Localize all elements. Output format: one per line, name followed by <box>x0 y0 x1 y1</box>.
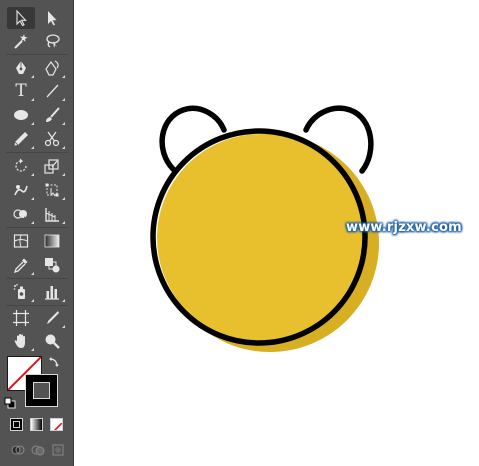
pen-icon <box>16 61 26 74</box>
toolbar-divider <box>6 227 68 228</box>
artboard-tool[interactable] <box>7 307 35 329</box>
hand-tool[interactable] <box>7 330 35 352</box>
toolbar-divider <box>6 54 68 55</box>
toolbar-divider <box>6 152 68 153</box>
line-segment-icon <box>46 84 59 98</box>
symbol-sprayer-tool[interactable] <box>7 281 35 303</box>
pencil-icon <box>14 132 28 146</box>
tool-group-indicator <box>31 221 34 224</box>
tool-group-indicator <box>31 197 34 200</box>
toolbar-divider <box>6 305 68 306</box>
draw-behind-button[interactable] <box>30 442 46 458</box>
scissors-tool[interactable] <box>38 128 66 150</box>
color-mode-button[interactable] <box>10 418 23 431</box>
tool-group-indicator <box>62 98 65 101</box>
magic-wand-icon <box>14 34 28 49</box>
none-mode-button[interactable] <box>50 418 63 431</box>
none-slash-icon <box>53 422 62 430</box>
scale-icon <box>44 159 59 174</box>
rotate-icon <box>15 158 27 172</box>
draw-inside-button[interactable] <box>50 442 66 458</box>
column-graph-icon <box>45 286 59 300</box>
draw-behind-icon <box>31 445 45 456</box>
mesh-tool[interactable] <box>7 230 35 252</box>
paintbrush-icon <box>46 107 60 122</box>
shape-builder-tool[interactable] <box>7 203 35 225</box>
zoom-magnifier-icon <box>45 334 60 349</box>
eyedropper-icon <box>13 258 28 274</box>
scissors-icon <box>44 131 60 147</box>
tool-group-indicator <box>62 197 65 200</box>
tools-panel: T <box>0 0 74 466</box>
line-segment-tool[interactable] <box>38 80 66 102</box>
tool-group-indicator <box>62 75 65 78</box>
default-colors-icon <box>4 397 16 409</box>
tool-group-indicator <box>62 146 65 149</box>
swap-arrows-icon <box>49 357 59 367</box>
tool-group-indicator <box>31 299 34 302</box>
tool-group-indicator <box>31 272 34 275</box>
paintbrush-tool[interactable] <box>38 104 66 126</box>
tool-group-indicator <box>62 122 65 125</box>
type-icon: T <box>15 80 27 101</box>
warp-icon <box>14 185 28 196</box>
scale-tool[interactable] <box>38 155 66 177</box>
tool-group-indicator <box>31 348 34 351</box>
lasso-icon <box>46 34 60 48</box>
column-graph-tool[interactable] <box>38 281 66 303</box>
color-icon <box>13 421 20 428</box>
ellipse-icon <box>14 110 28 120</box>
default-fill-stroke-button[interactable] <box>4 397 16 409</box>
gradient-icon <box>44 234 60 248</box>
direct-selection-arrow-icon <box>48 11 57 26</box>
symbol-sprayer-icon <box>13 284 25 299</box>
shape-builder-icon <box>13 209 27 222</box>
tool-group-indicator <box>31 98 34 101</box>
stroke-swatch-inner <box>33 382 50 399</box>
blend-tool[interactable] <box>38 254 66 276</box>
tool-group-indicator <box>62 325 65 328</box>
eyedropper-tool[interactable] <box>7 254 35 276</box>
hand-icon <box>14 334 25 348</box>
tool-group-indicator <box>62 173 65 176</box>
pen-tool[interactable] <box>7 57 35 79</box>
tool-group-indicator <box>62 221 65 224</box>
magic-wand-tool[interactable] <box>7 30 35 52</box>
tool-group-indicator <box>31 122 34 125</box>
rotate-tool[interactable] <box>7 155 35 177</box>
slice-tool[interactable] <box>38 307 66 329</box>
tool-group-indicator <box>31 75 34 78</box>
watermark-text: www.rjzxw.com <box>346 220 462 235</box>
stroke-swatch[interactable] <box>25 374 58 407</box>
slice-icon <box>45 311 59 325</box>
free-transform-icon <box>45 183 59 197</box>
draw-normal-icon <box>11 445 25 455</box>
mesh-icon <box>13 234 29 248</box>
perspective-grid-icon <box>45 208 59 222</box>
tool-group-indicator <box>31 173 34 176</box>
pencil-tool[interactable] <box>7 128 35 150</box>
curvature-pen-icon <box>45 60 59 76</box>
artboard-icon <box>13 310 29 326</box>
free-transform-tool[interactable] <box>38 179 66 201</box>
swap-fill-stroke-button[interactable] <box>48 356 60 368</box>
selection-tool[interactable] <box>7 7 35 29</box>
gradient-mode-button[interactable] <box>30 418 43 431</box>
draw-normal-button[interactable] <box>10 442 26 458</box>
zoom-tool[interactable] <box>38 330 66 352</box>
selection-arrow-icon <box>16 9 27 27</box>
warp-tool[interactable] <box>7 179 35 201</box>
toolbar-divider <box>6 278 68 279</box>
lasso-tool[interactable] <box>38 30 66 52</box>
type-tool[interactable]: T <box>7 80 35 102</box>
ellipse-tool[interactable] <box>7 104 35 126</box>
perspective-grid-tool[interactable] <box>38 203 66 225</box>
draw-inside-icon <box>52 444 64 456</box>
curvature-tool[interactable] <box>38 57 66 79</box>
direct-selection-tool[interactable] <box>38 7 66 29</box>
tool-group-indicator <box>31 146 34 149</box>
gradient-tool[interactable] <box>38 230 66 252</box>
tool-group-indicator <box>62 299 65 302</box>
blend-icon <box>45 258 60 273</box>
